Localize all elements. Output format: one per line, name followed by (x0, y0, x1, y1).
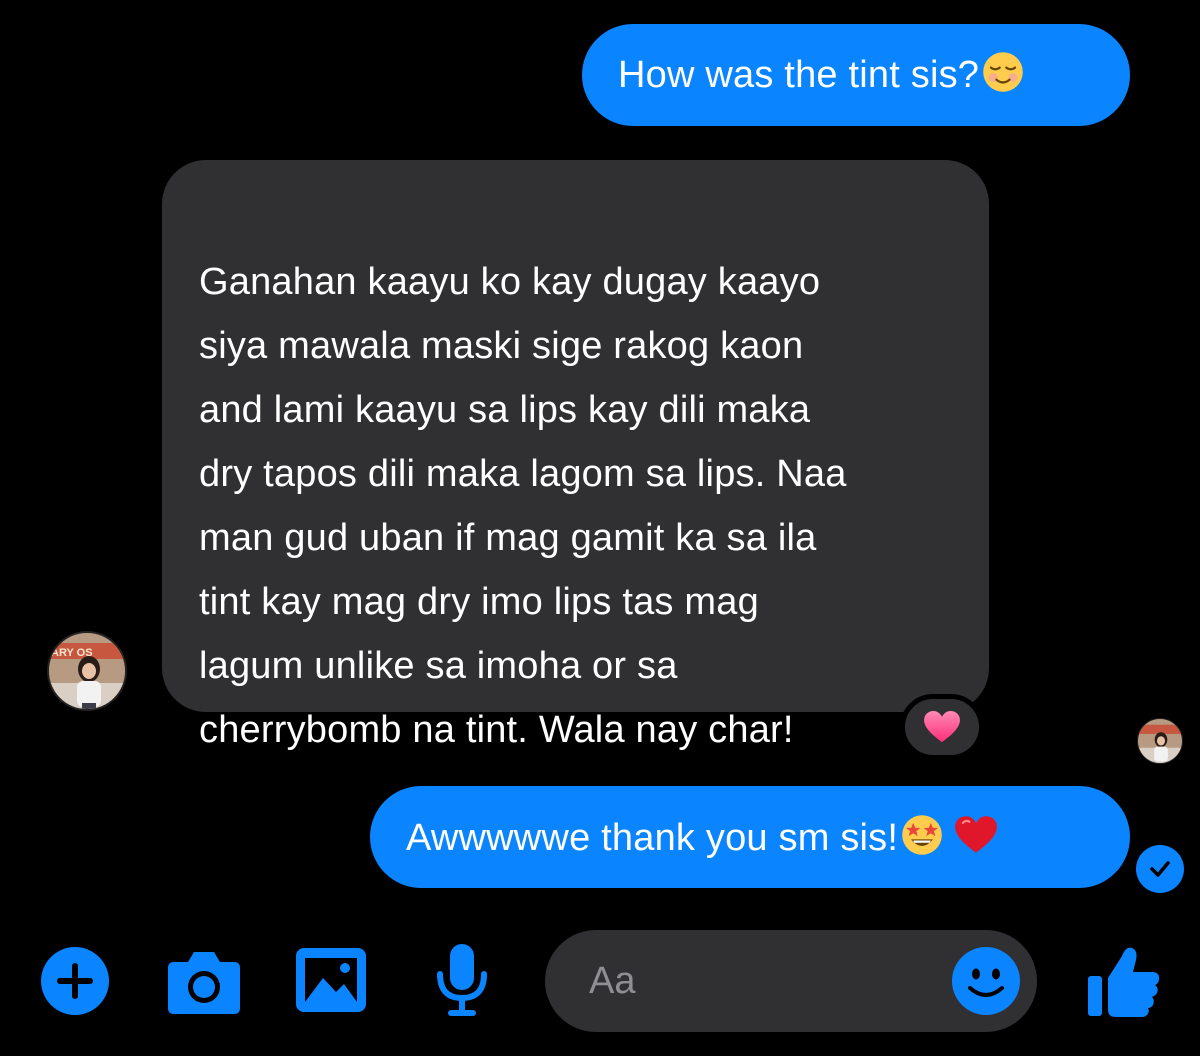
star-struck-emoji (902, 815, 942, 855)
like-button[interactable] (1084, 940, 1164, 1020)
seen-indicator-avatar (1137, 718, 1183, 764)
message-input[interactable] (589, 952, 939, 1010)
emoji-icon (952, 947, 1020, 1015)
delivered-status-icon (1136, 845, 1184, 893)
avatar-photo: ARY OS (49, 633, 125, 709)
pink-heart-icon (924, 710, 960, 743)
gallery-icon (296, 948, 366, 1012)
camera-icon (168, 952, 240, 1014)
message-composer (545, 930, 1037, 1032)
received-message-bubble[interactable]: Ganahan kaayu ko kay dugay kaayo siya ma… (162, 160, 989, 751)
sent-message-bubble[interactable]: Awwwwwe thank you sm sis! (370, 786, 1130, 888)
camera-button[interactable] (166, 946, 242, 1016)
emoji-button[interactable] (951, 946, 1021, 1016)
contact-avatar[interactable]: ARY OS (47, 631, 127, 711)
plus-icon (41, 947, 109, 1015)
check-icon (1150, 861, 1170, 877)
avatar-photo (1138, 719, 1182, 763)
voice-record-button[interactable] (432, 940, 492, 1020)
thumbs-up-icon (1088, 947, 1160, 1017)
message-text: How was the tint sis? (618, 54, 980, 96)
red-heart-emoji (955, 816, 998, 853)
add-button[interactable] (40, 946, 110, 1016)
microphone-icon (437, 944, 487, 1016)
message-text: Ganahan kaayu ko kay dugay kaayo siya ma… (199, 261, 847, 751)
message-reaction[interactable] (900, 694, 984, 760)
relieved-face-emoji (983, 52, 1023, 92)
gallery-button[interactable] (294, 946, 368, 1014)
sent-message-bubble[interactable]: How was the tint sis? (582, 24, 1130, 126)
chat-screen: How was the tint sis? Ganahan kaayu ko k… (0, 0, 1200, 1056)
message-text: Awwwwwe thank you sm sis! (406, 817, 899, 859)
